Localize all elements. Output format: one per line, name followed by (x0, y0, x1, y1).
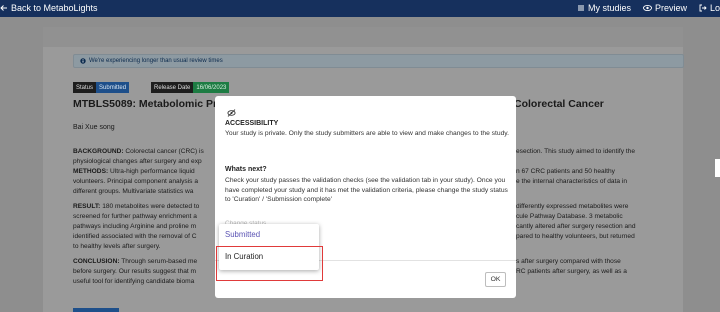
abstract-text: to healthy levels after surgery. (73, 243, 161, 250)
accessibility-text: Your study is private. Only the study su… (225, 130, 509, 137)
release-date-label: Release Date (151, 82, 194, 93)
abstract-text: 180 metabolites were detected to (100, 203, 200, 210)
status-label: Status (73, 82, 97, 93)
abstract-text: Ultra-high performance liquid (108, 168, 195, 175)
arrow-left-icon (0, 5, 7, 11)
abstract-line-end: differently expressed metabolites were (516, 203, 629, 210)
scroll-edge (715, 159, 720, 177)
abstract-text: volunteers. Principal component analysis… (73, 178, 198, 185)
status-badge: Status Submitted (73, 82, 130, 93)
study-author: Bai Xue song (73, 124, 115, 131)
abstract-section-label: METHODS: (73, 168, 109, 175)
abstract-text: before surgery. Our results suggest that… (73, 268, 197, 275)
abstract-line-end: RC patients after surgery, as well as a (516, 268, 627, 275)
abstract-section-label: BACKGROUND: (73, 148, 124, 155)
abstract-line: before surgery. Our results suggest that… (73, 268, 196, 276)
abstract-line: METHODS: Ultra-high performance liquid (73, 168, 195, 176)
abstract-section-label: CONCLUSION: (73, 258, 120, 265)
alert-text: We're experiencing longer than usual rev… (89, 58, 223, 64)
whats-next-heading: Whats next? (225, 166, 267, 173)
list-icon (577, 5, 584, 11)
highlight-box (216, 246, 323, 281)
abstract-line: identified associated with the removal o… (73, 233, 197, 241)
eye-icon (643, 4, 652, 12)
abstract-section-label: RESULT: (73, 203, 101, 210)
abstract-text: Colorectal cancer (CRC) is (123, 148, 204, 155)
back-link[interactable]: Back to MetaboLights (0, 3, 98, 13)
abstract-line-end: cantly altered after surgery resection a… (516, 223, 636, 230)
ok-button[interactable]: OK (485, 272, 506, 287)
accessibility-heading: ACCESSIBILITY (225, 120, 279, 127)
abstract-text: screened for further pathway enrichment … (73, 213, 197, 220)
abstract-line: different groups. Multivariate statistic… (73, 188, 193, 196)
preview-label: Preview (654, 3, 687, 13)
abstract-line: CONCLUSION: Through serum-based me (73, 258, 197, 266)
abstract-line: volunteers. Principal component analysis… (73, 178, 198, 186)
abstract-line-end: n 67 CRC patients and 50 healthy (516, 168, 615, 175)
my-studies-link[interactable]: My studies (577, 3, 631, 13)
abstract-line: to healthy levels after surgery. (73, 243, 160, 251)
eye-slash-icon (227, 109, 236, 117)
top-navbar: Back to MetaboLights My studies Preview … (0, 0, 720, 17)
review-times-alert: We're experiencing longer than usual rev… (73, 54, 684, 68)
logout-icon (699, 4, 707, 12)
study-action-button[interactable] (73, 308, 119, 312)
abstract-line: screened for further pathway enrichment … (73, 213, 197, 221)
status-value: Submitted (96, 82, 130, 93)
abstract-text: useful tool for identifying candidate bi… (73, 278, 195, 285)
release-date-badge: Release Date 16/06/2023 (151, 82, 230, 93)
info-icon (80, 58, 86, 64)
abstract-line-end: pared to healthy volunteers, but returne… (516, 233, 635, 240)
preview-link[interactable]: Preview (643, 3, 687, 13)
release-date-value: 16/06/2023 (193, 82, 230, 93)
study-title: MTBLS5089: Metabolomic Prof (73, 98, 228, 110)
abstract-text: Through serum-based me (119, 258, 198, 265)
abstract-line: useful tool for identifying candidate bi… (73, 278, 194, 286)
logout-link[interactable]: Lo (699, 3, 720, 13)
abstract-line-end: esection. This study aimed to identify t… (516, 148, 635, 155)
abstract-text: pathways including Arginine and proline … (73, 223, 197, 230)
abstract-line: physiological changes after surgery and … (73, 158, 202, 166)
abstract-text: identified associated with the removal o… (73, 233, 197, 240)
page-header-band (43, 27, 683, 47)
option-submitted[interactable]: Submitted (225, 230, 260, 239)
study-title-end: Colorectal Cancer (514, 98, 604, 110)
abstract-text: physiological changes after surgery and … (73, 158, 202, 165)
abstract-text: different groups. Multivariate statistic… (73, 188, 194, 195)
abstract-line-end: s after surgery compared with those (516, 258, 621, 265)
abstract-line-end: e the internal characteristics of data i… (516, 178, 628, 185)
abstract-line: pathways including Arginine and proline … (73, 223, 196, 231)
back-link-label: Back to MetaboLights (11, 3, 98, 13)
abstract-line: RESULT: 180 metabolites were detected to (73, 203, 199, 211)
abstract-line: BACKGROUND: Colorectal cancer (CRC) is (73, 148, 204, 156)
abstract-line-end: cule Pathway Database. 3 metabolic (516, 213, 623, 220)
my-studies-label: My studies (587, 3, 631, 13)
logout-label: Lo (709, 3, 720, 13)
whats-next-text: Check your study passes the validation c… (225, 177, 508, 204)
